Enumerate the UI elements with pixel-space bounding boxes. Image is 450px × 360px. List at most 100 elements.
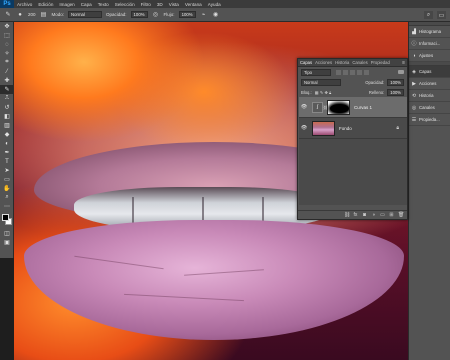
eraser-tool-icon[interactable]: ◧ bbox=[0, 112, 14, 121]
layers-icon: ◈ bbox=[412, 68, 416, 75]
histogram-icon: ▟ bbox=[412, 28, 416, 35]
mode-select[interactable]: Normal bbox=[68, 11, 103, 18]
blur-tool-icon[interactable]: ◆ bbox=[0, 130, 14, 139]
dock-layers[interactable]: ◈ Capas bbox=[409, 66, 450, 78]
quick-mask-icon[interactable]: ◫ bbox=[0, 229, 14, 238]
rectangle-tool-icon[interactable]: ▭ bbox=[0, 175, 14, 184]
gradient-tool-icon[interactable]: ▥ bbox=[0, 121, 14, 130]
type-tool-icon[interactable]: T bbox=[0, 157, 14, 166]
tab-capas[interactable]: Capas bbox=[300, 60, 312, 65]
workspace-icon[interactable]: ▭ bbox=[437, 11, 446, 19]
filter-type-icon[interactable] bbox=[350, 69, 355, 75]
tab-acciones[interactable]: Acciones bbox=[315, 60, 332, 65]
hand-tool-icon[interactable]: ✋ bbox=[0, 184, 14, 193]
filter-smart-object-icon[interactable] bbox=[364, 69, 369, 75]
lasso-tool-icon[interactable]: ◌ bbox=[0, 40, 14, 49]
link-layers-icon[interactable]: ⛓︎ bbox=[344, 212, 350, 218]
layer-name[interactable]: Curvas 1 bbox=[354, 105, 372, 110]
tab-canales[interactable]: Canales bbox=[352, 60, 367, 65]
brush-tool-icon[interactable]: ✎ bbox=[0, 85, 14, 94]
eyedropper-tool-icon[interactable]: ⁄ bbox=[0, 67, 14, 76]
crop-tool-icon[interactable]: ⌗ bbox=[0, 58, 14, 67]
blend-mode-select[interactable]: Normal bbox=[301, 78, 341, 86]
lock-icons[interactable]: ▦ ✎ ✥ 🔒︎ bbox=[315, 90, 332, 95]
dock-properties[interactable]: ☰ Propieda... bbox=[409, 114, 450, 126]
filter-pixel-icon[interactable] bbox=[336, 69, 341, 75]
new-layer-icon[interactable]: ⊞ bbox=[389, 212, 394, 218]
layer-thumbnail bbox=[312, 120, 335, 136]
layer-fondo[interactable]: 👁︎ Fondo 🔒︎ bbox=[299, 118, 407, 139]
layer-mask-thumbnail[interactable] bbox=[327, 99, 350, 115]
dock-adjustments[interactable]: ◑ Ajustes bbox=[409, 50, 450, 62]
dock-histogram[interactable]: ▟ Histograma bbox=[409, 26, 450, 38]
visibility-eye-icon[interactable]: 👁︎ bbox=[299, 125, 309, 131]
menu-imagen[interactable]: Imagen bbox=[56, 2, 77, 7]
path-selection-tool-icon[interactable]: ➤ bbox=[0, 166, 14, 175]
dock-info[interactable]: ⓘ Informaci... bbox=[409, 38, 450, 50]
history-icon: ⟲ bbox=[411, 92, 417, 99]
flow-field[interactable]: 100% bbox=[178, 11, 196, 18]
layer-curvas-1[interactable]: 👁︎ ∫ ⛓︎ Curvas 1 bbox=[299, 97, 407, 118]
quick-selection-tool-icon[interactable]: ✧ bbox=[0, 49, 14, 58]
tab-propiedades[interactable]: Propiedad bbox=[371, 60, 390, 65]
actions-icon: ▶ bbox=[412, 80, 416, 87]
menu-seleccion[interactable]: Selección bbox=[112, 2, 138, 7]
menu-3d[interactable]: 3D bbox=[154, 2, 166, 7]
brush-preset-icon[interactable]: ● bbox=[16, 11, 24, 19]
menu-filtro[interactable]: Filtro bbox=[138, 2, 154, 7]
dock-history[interactable]: ⟲ Historia bbox=[409, 90, 450, 102]
marquee-tool-icon[interactable]: ⬚ bbox=[0, 31, 14, 40]
layer-name[interactable]: Fondo bbox=[339, 126, 352, 131]
new-group-icon[interactable]: ▭ bbox=[380, 212, 385, 218]
filter-toggle[interactable] bbox=[398, 70, 404, 74]
dock-item-label: Informaci... bbox=[419, 41, 441, 46]
layers-panel-footer: ⛓︎ fx ◙ ◑ ▭ ⊞ 🗑︎ bbox=[298, 210, 407, 219]
filter-shape-icon[interactable] bbox=[357, 69, 362, 75]
menu-capa[interactable]: Capa bbox=[78, 2, 95, 7]
foreground-color-swatch[interactable] bbox=[2, 214, 9, 221]
menu-vista[interactable]: Vista bbox=[166, 2, 182, 7]
color-swatches[interactable] bbox=[0, 213, 14, 229]
clone-stamp-tool-icon[interactable]: ⎍ bbox=[0, 94, 14, 103]
fill-field[interactable]: 100% bbox=[387, 88, 404, 96]
more-tools-icon[interactable]: ⋯ bbox=[0, 202, 14, 211]
photoshop-logo[interactable]: Ps bbox=[0, 0, 14, 8]
filter-adjustment-icon[interactable] bbox=[343, 69, 348, 75]
filter-kind-select[interactable]: Tipo bbox=[301, 68, 331, 76]
dodge-tool-icon[interactable]: ◐ bbox=[0, 139, 14, 148]
healing-brush-tool-icon[interactable]: ✚ bbox=[0, 76, 14, 85]
pen-tool-icon[interactable]: ✒ bbox=[0, 148, 14, 157]
dock-actions[interactable]: ▶ Acciones bbox=[409, 78, 450, 90]
lock-label: Bloq.: bbox=[301, 89, 312, 95]
opacity-field[interactable]: 100% bbox=[130, 11, 148, 18]
mode-label: Modo: bbox=[51, 12, 65, 17]
new-adjustment-icon[interactable]: ◑ bbox=[371, 212, 376, 218]
pressure-opacity-icon[interactable]: ◎ bbox=[152, 11, 160, 19]
add-mask-icon[interactable]: ◙ bbox=[362, 212, 367, 218]
menu-ventana[interactable]: Ventana bbox=[182, 2, 205, 7]
pressure-size-icon[interactable]: ◉ bbox=[212, 11, 220, 19]
visibility-eye-icon[interactable]: 👁︎ bbox=[299, 104, 309, 110]
history-brush-tool-icon[interactable]: ↺ bbox=[0, 103, 14, 112]
dock-item-label: Historia bbox=[419, 93, 434, 98]
search-icon[interactable]: ⌕ bbox=[424, 11, 433, 19]
channels-icon: ◎ bbox=[411, 104, 417, 111]
menu-texto[interactable]: Texto bbox=[95, 2, 112, 7]
brush-tool-icon[interactable]: ✎ bbox=[4, 11, 12, 19]
brush-panel-icon[interactable]: ▤ bbox=[40, 11, 48, 19]
panel-menu-icon[interactable]: ≡ bbox=[402, 60, 407, 66]
screen-mode-icon[interactable]: ▣ bbox=[0, 238, 14, 247]
move-tool-icon[interactable]: ✥ bbox=[0, 22, 14, 31]
menu-archivo[interactable]: Archivo bbox=[14, 2, 35, 7]
delete-layer-icon[interactable]: 🗑︎ bbox=[398, 212, 404, 218]
dock-item-label: Capas bbox=[419, 69, 432, 74]
airbrush-icon[interactable]: ⌁ bbox=[200, 11, 208, 19]
dock-channels[interactable]: ◎ Canales bbox=[409, 102, 450, 114]
menu-edicion[interactable]: Edición bbox=[35, 2, 56, 7]
zoom-tool-icon[interactable]: ⌕ bbox=[0, 193, 14, 202]
layer-style-icon[interactable]: fx bbox=[353, 212, 358, 218]
layer-opacity-field[interactable]: 100% bbox=[387, 78, 404, 86]
tab-historia[interactable]: Historia bbox=[335, 60, 349, 65]
dock-item-label: Propieda... bbox=[419, 117, 440, 122]
menu-ayuda[interactable]: Ayuda bbox=[205, 2, 224, 7]
